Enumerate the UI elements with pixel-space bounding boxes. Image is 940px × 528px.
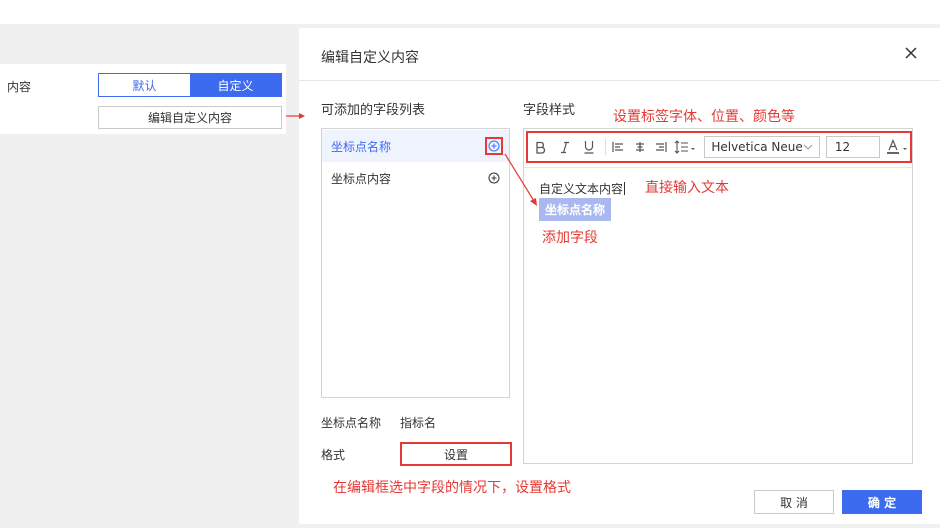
field-style-title: 字段样式 — [523, 103, 576, 118]
text-caret — [624, 182, 626, 195]
add-field-icon[interactable] — [488, 172, 500, 184]
add-field-icon[interactable] — [485, 137, 503, 155]
top-strip — [0, 0, 940, 24]
field-list: 坐标点名称 坐标点内容 — [321, 128, 510, 398]
underline-icon — [584, 141, 594, 154]
align-left-icon — [612, 142, 624, 152]
dialog-title: 编辑自定义内容 — [321, 50, 419, 66]
editor-text: 自定义文本内容 — [539, 180, 626, 197]
confirm-button[interactable]: 确 定 — [842, 490, 922, 514]
font-color-button[interactable] — [886, 139, 910, 155]
font-family-value: Helvetica Neue — [711, 140, 803, 154]
format-label: 格式 — [321, 448, 346, 462]
format-settings-button[interactable]: 设置 — [400, 442, 512, 466]
align-left-button[interactable] — [610, 138, 627, 156]
toolbar-bottom-divider — [524, 167, 912, 168]
cancel-button[interactable]: 取 消 — [754, 490, 834, 514]
plus-circle-icon — [488, 140, 500, 152]
align-right-button[interactable] — [652, 138, 669, 156]
content-setting-panel: 内容 默认 自定义 编辑自定义内容 — [0, 64, 286, 134]
add-field-annotation: 添加字段 — [542, 230, 598, 246]
selected-field-name: 坐标点名称 — [321, 416, 382, 430]
underline-button[interactable] — [580, 138, 597, 156]
toggle-default-button[interactable]: 默认 — [99, 74, 190, 96]
font-color-icon — [886, 139, 907, 154]
close-icon[interactable] — [904, 46, 918, 60]
edit-custom-content-button[interactable]: 编辑自定义内容 — [98, 106, 282, 129]
dialog-header-divider — [299, 80, 940, 81]
italic-button[interactable] — [556, 138, 573, 156]
field-item-label: 坐标点名称 — [331, 139, 392, 154]
inserted-field-chip[interactable]: 坐标点名称 — [539, 198, 612, 221]
type-text-annotation: 直接输入文本 — [645, 180, 729, 196]
align-center-icon — [635, 142, 644, 152]
chevron-down-icon — [803, 144, 813, 150]
content-mode-toggle: 默认 自定义 — [98, 73, 282, 97]
editor-toolbar: Helvetica Neue 12 — [526, 131, 912, 163]
plus-circle-icon — [488, 172, 500, 184]
field-list-title: 可添加的字段列表 — [321, 103, 426, 118]
bold-button[interactable] — [532, 138, 549, 156]
font-size-input[interactable]: 12 — [825, 136, 880, 158]
list-item[interactable]: 坐标点内容 — [322, 162, 509, 194]
italic-icon — [560, 141, 569, 153]
font-family-select[interactable]: Helvetica Neue — [704, 136, 820, 158]
format-annotation: 在编辑框选中字段的情况下，设置格式 — [333, 480, 571, 496]
line-spacing-button[interactable] — [673, 138, 696, 156]
line-spacing-icon — [674, 140, 695, 154]
toggle-custom-button[interactable]: 自定义 — [190, 74, 281, 96]
editor-text-content: 自定义文本内容 — [539, 182, 624, 196]
list-item[interactable]: 坐标点名称 — [322, 130, 509, 162]
field-item-label: 坐标点内容 — [331, 171, 392, 186]
content-label: 内容 — [7, 80, 32, 94]
align-center-button[interactable] — [631, 138, 648, 156]
align-right-icon — [655, 142, 667, 152]
bold-icon — [535, 141, 545, 154]
selected-field-value: 指标名 — [400, 416, 437, 430]
toolbar-divider — [604, 139, 606, 155]
toolbar-annotation: 设置标签字体、位置、颜色等 — [613, 109, 795, 125]
edit-custom-content-dialog: 编辑自定义内容 可添加的字段列表 字段样式 坐标点名称 坐标点内容 Helvet… — [299, 28, 940, 524]
